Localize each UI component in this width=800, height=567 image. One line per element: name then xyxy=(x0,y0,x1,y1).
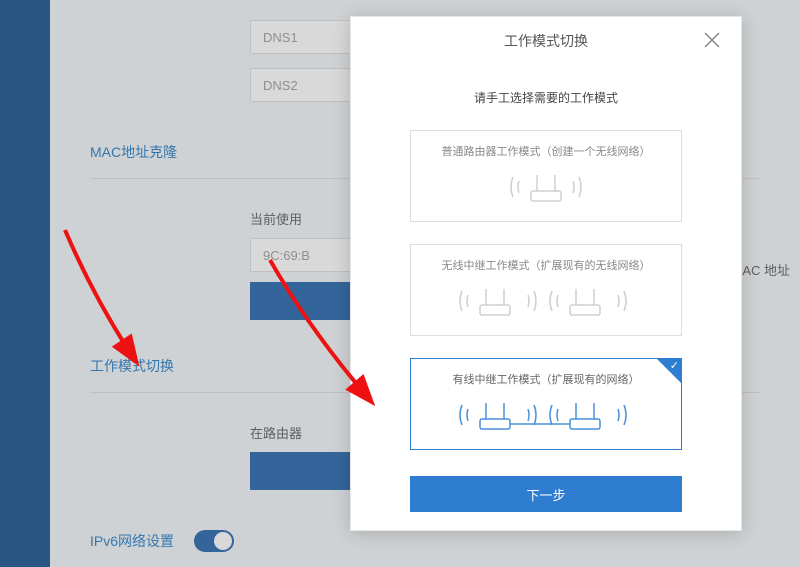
check-icon xyxy=(657,359,681,383)
option-label: 有线中继工作模式（扩展现有的网络） xyxy=(453,371,640,387)
modal-title: 工作模式切换 xyxy=(504,31,588,51)
modal-subtitle: 请手工选择需要的工作模式 xyxy=(474,89,618,106)
work-mode-modal: 工作模式切换 请手工选择需要的工作模式 普通路由器工作模式（创建一个无线网络） … xyxy=(350,16,742,531)
router-icon xyxy=(491,167,601,207)
ipv6-section-title: IPv6网络设置 xyxy=(90,531,174,551)
option-label: 无线中继工作模式（扩展现有的无线网络） xyxy=(442,257,651,273)
tail-mac-text: AC 地址 xyxy=(742,260,790,279)
mode-option-wireless-relay[interactable]: 无线中继工作模式（扩展现有的无线网络） xyxy=(410,244,682,336)
mode-option-wired-relay[interactable]: 有线中继工作模式（扩展现有的网络） xyxy=(410,358,682,450)
close-icon[interactable] xyxy=(701,29,723,51)
sidebar-nav xyxy=(0,0,50,567)
ipv6-toggle[interactable] xyxy=(194,530,234,552)
option-label: 普通路由器工作模式（创建一个无线网络） xyxy=(442,143,651,159)
router-pair-wired-icon xyxy=(446,395,646,435)
dns1-label: DNS1 xyxy=(263,30,298,45)
next-button[interactable]: 下一步 xyxy=(410,476,682,512)
dns2-label: DNS2 xyxy=(263,78,298,93)
mac-value: 9C:69:B xyxy=(263,248,310,263)
router-pair-icon xyxy=(446,281,646,321)
mode-option-normal[interactable]: 普通路由器工作模式（创建一个无线网络） xyxy=(410,130,682,222)
next-button-label: 下一步 xyxy=(526,485,565,504)
